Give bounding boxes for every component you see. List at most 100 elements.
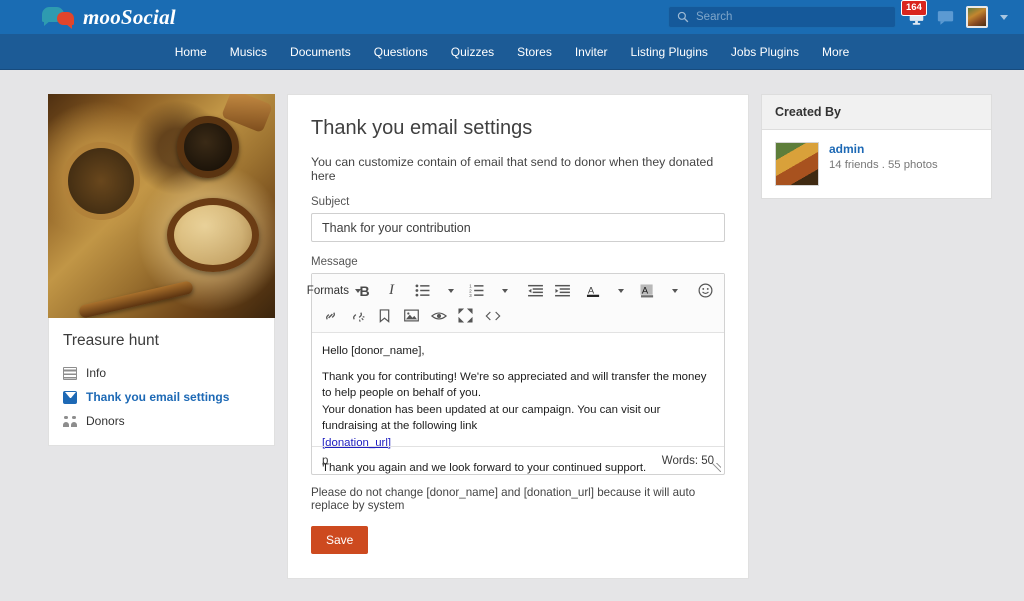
sidebar-item-donors[interactable]: Donors	[49, 409, 274, 433]
italic-button[interactable]: I	[379, 279, 404, 303]
rich-text-editor: Formats B I 1 2 3 A A Hello [donor_name]…	[307, 273, 725, 475]
nav-item-listing-plugins[interactable]: Listing Plugins	[631, 45, 708, 59]
message-greeting: Hello [donor_name],	[322, 345, 425, 357]
editor-toolbar-row-2	[318, 303, 718, 328]
notifications-badge: 164	[901, 0, 927, 16]
telescope-decoration	[78, 280, 194, 318]
compass-icon	[177, 116, 239, 178]
brand-name: mooSocial	[83, 4, 176, 29]
created-by-heading: Created By	[762, 95, 991, 130]
link-button[interactable]	[318, 304, 343, 328]
campaign-menu-card: Treasure hunt Info Thank you email setti…	[48, 318, 275, 446]
editor-toolbar-row-1: Formats B I 1 2 3 A A	[307, 278, 718, 303]
image-button[interactable]	[399, 304, 424, 328]
message-line-2: on behalf of you.	[396, 387, 481, 400]
editor-status-bar: p Words: 50	[312, 446, 724, 474]
magnifier-icon	[167, 198, 259, 272]
chevron-down-icon[interactable]	[1000, 14, 1008, 20]
message-paragraph-1: Thank you for contributing! We're so app…	[322, 369, 714, 452]
nav-item-musics[interactable]: Musics	[230, 45, 267, 59]
nav-item-more[interactable]: More	[822, 45, 849, 59]
formats-dropdown[interactable]: Formats	[307, 279, 361, 303]
created-by-panel: Created By admin 14 friends . 55 photos	[761, 94, 992, 199]
chevron-down-icon	[618, 288, 625, 293]
chevron-down-icon	[501, 288, 508, 293]
creator-username[interactable]: admin	[829, 142, 938, 156]
bullet-list-button[interactable]	[410, 279, 435, 303]
background-color-dropdown[interactable]	[662, 279, 687, 303]
subject-input[interactable]	[311, 213, 725, 242]
resize-grip[interactable]	[712, 463, 721, 472]
svg-text:3: 3	[469, 293, 472, 297]
top-bar-right: 164	[668, 0, 1008, 34]
nav-item-inviter[interactable]: Inviter	[575, 45, 608, 59]
speech-bubbles-icon	[42, 7, 76, 29]
sidebar-item-label: Info	[86, 366, 107, 380]
messages-icon	[937, 10, 954, 25]
outdent-button[interactable]	[523, 279, 548, 303]
brand-logo[interactable]: mooSocial	[42, 5, 176, 30]
message-line-4: following link	[412, 420, 478, 433]
left-sidebar: Treasure hunt Info Thank you email setti…	[48, 94, 275, 446]
sidebar-item-thank-you-email-settings[interactable]: Thank you email settings	[49, 385, 274, 409]
svg-text:A: A	[642, 285, 649, 295]
notifications-button[interactable]: 164	[901, 0, 927, 26]
main-content-panel: Thank you email settings You can customi…	[287, 94, 749, 579]
mail-icon	[63, 390, 77, 404]
message-line-3: Your donation has been updated at our ca…	[322, 403, 661, 433]
source-code-button[interactable]	[480, 304, 505, 328]
bubble-red-icon	[57, 12, 74, 29]
people-icon	[63, 415, 77, 428]
nav-item-documents[interactable]: Documents	[290, 45, 351, 59]
search-box[interactable]	[668, 6, 896, 28]
creator-stats: 14 friends . 55 photos	[829, 159, 938, 171]
indent-button[interactable]	[550, 279, 575, 303]
nav-items: Home Musics Documents Questions Quizzes …	[175, 45, 850, 59]
created-by-body: admin 14 friends . 55 photos	[762, 130, 991, 198]
numbered-list-button[interactable]: 1 2 3	[464, 279, 489, 303]
nav-item-quizzes[interactable]: Quizzes	[451, 45, 494, 59]
creator-avatar[interactable]	[775, 142, 819, 186]
subject-label: Subject	[311, 196, 350, 208]
campaign-title: Treasure hunt	[63, 332, 159, 349]
page-body: Treasure hunt Info Thank you email setti…	[0, 70, 1024, 579]
message-label: Message	[311, 256, 358, 268]
form-note: Please do not change [donor_name] and [d…	[311, 486, 696, 512]
user-avatar[interactable]	[966, 6, 988, 28]
search-icon	[677, 11, 689, 23]
numbered-list-dropdown[interactable]	[491, 279, 516, 303]
editor-toolbar: Formats B I 1 2 3 A A	[307, 274, 724, 333]
preview-button[interactable]	[426, 304, 451, 328]
main-navigation: Home Musics Documents Questions Quizzes …	[0, 34, 1024, 70]
sidebar-item-label: Thank you email settings	[86, 390, 230, 404]
search-input[interactable]	[696, 11, 887, 23]
page-description: You can customize contain of email that …	[311, 155, 714, 183]
chevron-down-icon	[672, 288, 679, 293]
nav-item-home[interactable]: Home	[175, 45, 207, 59]
messages-button[interactable]	[937, 10, 954, 25]
element-path[interactable]: p	[322, 455, 328, 467]
nav-item-jobs-plugins[interactable]: Jobs Plugins	[731, 45, 799, 59]
fullscreen-button[interactable]	[453, 304, 478, 328]
background-color-button[interactable]: A	[635, 279, 660, 303]
save-button[interactable]: Save	[311, 526, 369, 554]
sidebar-item-info[interactable]: Info	[49, 361, 274, 385]
chevron-down-icon	[447, 288, 454, 293]
astrolabe-icon	[62, 142, 140, 220]
nav-item-stores[interactable]: Stores	[517, 45, 552, 59]
top-bar: mooSocial 164	[0, 0, 1024, 34]
page-title: Thank you email settings	[311, 117, 533, 139]
page-footer: About Us . Terms of Service . Privacy Po…	[0, 579, 1024, 601]
text-color-dropdown[interactable]	[608, 279, 633, 303]
sidebar-item-label: Donors	[86, 414, 125, 428]
text-color-button[interactable]: A	[581, 279, 606, 303]
unlink-button[interactable]	[345, 304, 370, 328]
emoticon-button[interactable]	[693, 279, 718, 303]
bullet-list-dropdown[interactable]	[437, 279, 462, 303]
anchor-button[interactable]	[372, 304, 397, 328]
word-count: Words: 50	[661, 454, 714, 467]
bold-button[interactable]: B	[352, 279, 377, 303]
editor-content-area[interactable]: Hello [donor_name], Thank you for contri…	[312, 333, 724, 474]
nav-item-questions[interactable]: Questions	[374, 45, 428, 59]
document-icon	[63, 366, 77, 380]
